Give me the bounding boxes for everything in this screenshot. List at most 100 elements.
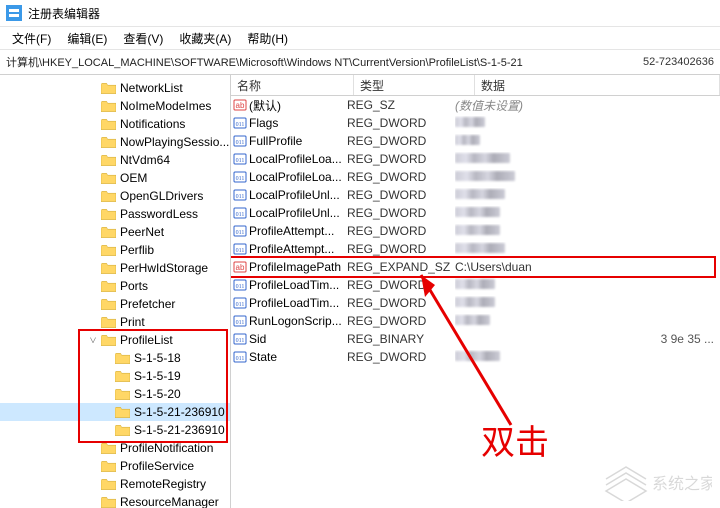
folder-icon [100, 477, 116, 491]
value-row[interactable]: 011RunLogonScrip...REG_DWORD [231, 312, 720, 330]
value-row[interactable]: 011StateREG_DWORD [231, 348, 720, 366]
tree-label: S-1-5-19 [134, 369, 181, 383]
tree-node[interactable]: OpenGLDrivers [0, 187, 230, 205]
value-name: ProfileAttempt... [249, 224, 347, 238]
binary-icon: 011 [231, 332, 249, 346]
folder-icon [100, 189, 116, 203]
address-bar[interactable]: 计算机\HKEY_LOCAL_MACHINE\SOFTWARE\Microsof… [0, 50, 720, 75]
value-row[interactable]: 011LocalProfileLoa...REG_DWORD [231, 168, 720, 186]
svg-text:011: 011 [236, 212, 245, 218]
value-row[interactable]: abProfileImagePathREG_EXPAND_SZC:\Users\… [231, 258, 720, 276]
folder-icon [100, 135, 116, 149]
binary-icon: 011 [231, 350, 249, 364]
tree-node[interactable]: ˅ProfileList [0, 331, 230, 349]
value-name: ProfileLoadTim... [249, 296, 347, 310]
menu-favorites[interactable]: 收藏夹(A) [171, 28, 239, 49]
tree-node[interactable]: S-1-5-20 [0, 385, 230, 403]
value-row[interactable]: 011LocalProfileUnl...REG_DWORD [231, 204, 720, 222]
value-name: State [249, 350, 347, 364]
tree-node[interactable]: Notifications [0, 115, 230, 133]
values-pane[interactable]: 名称 类型 数据 ab(默认)REG_SZ(数值未设置)011FlagsREG_… [231, 75, 720, 508]
value-row[interactable]: 011ProfileLoadTim...REG_DWORD [231, 276, 720, 294]
value-row[interactable]: 011LocalProfileLoa...REG_DWORD [231, 150, 720, 168]
tree-node[interactable]: S-1-5-21-236910 [0, 403, 230, 421]
binary-icon: 011 [231, 314, 249, 328]
value-type: REG_BINARY [347, 332, 455, 346]
col-type[interactable]: 类型 [354, 75, 475, 95]
value-row[interactable]: 011ProfileAttempt...REG_DWORD [231, 240, 720, 258]
menu-help[interactable]: 帮助(H) [239, 28, 296, 49]
folder-icon [114, 351, 130, 365]
tree-node[interactable]: RemoteRegistry [0, 475, 230, 493]
tree-label: Print [120, 315, 145, 329]
tree-node[interactable]: ProfileService [0, 457, 230, 475]
value-data-blurred [455, 351, 500, 361]
tree-node[interactable]: S-1-5-19 [0, 367, 230, 385]
tree-node[interactable]: Prefetcher [0, 295, 230, 313]
col-name[interactable]: 名称 [231, 75, 354, 95]
tree-node[interactable]: NoImeModeImes [0, 97, 230, 115]
tree-node[interactable]: Perflib [0, 241, 230, 259]
tree-label: S-1-5-20 [134, 387, 181, 401]
value-row[interactable]: 011ProfileLoadTim...REG_DWORD [231, 294, 720, 312]
svg-text:011: 011 [236, 338, 245, 344]
value-data: C:\Users\duan [455, 260, 532, 274]
value-row[interactable]: 011LocalProfileUnl...REG_DWORD [231, 186, 720, 204]
binary-icon: 011 [231, 188, 249, 202]
value-row[interactable]: ab(默认)REG_SZ(数值未设置) [231, 96, 720, 114]
tree-node[interactable]: ResourceManager [0, 493, 230, 508]
tree-label: Notifications [120, 117, 185, 131]
svg-text:011: 011 [236, 248, 245, 254]
binary-icon: 011 [231, 116, 249, 130]
value-name: (默认) [249, 97, 347, 114]
folder-icon [100, 495, 116, 508]
tree-node[interactable]: OEM [0, 169, 230, 187]
binary-icon: 011 [231, 242, 249, 256]
window-title: 注册表编辑器 [28, 5, 100, 22]
value-name: FullProfile [249, 134, 347, 148]
value-row[interactable]: 011FullProfileREG_DWORD [231, 132, 720, 150]
menu-view[interactable]: 查看(V) [115, 28, 171, 49]
menu-bar: 文件(F) 编辑(E) 查看(V) 收藏夹(A) 帮助(H) [0, 27, 720, 50]
col-data[interactable]: 数据 [475, 75, 720, 95]
tree-node[interactable]: Print [0, 313, 230, 331]
value-data: (数值未设置) [455, 99, 523, 113]
expand-toggle[interactable]: ˅ [86, 334, 100, 346]
address-tail: 52-723402636 [643, 56, 714, 68]
tree-label: Perflib [120, 243, 154, 257]
tree-node[interactable]: PerHwIdStorage [0, 259, 230, 277]
folder-icon [100, 279, 116, 293]
menu-edit[interactable]: 编辑(E) [59, 28, 115, 49]
tree-node[interactable]: ProfileNotification [0, 439, 230, 457]
tree-node[interactable]: NowPlayingSessio... [0, 133, 230, 151]
value-row[interactable]: 011ProfileAttempt...REG_DWORD [231, 222, 720, 240]
binary-icon: 011 [231, 206, 249, 220]
value-data-blurred [455, 243, 505, 253]
folder-icon [100, 315, 116, 329]
value-type: REG_SZ [347, 98, 455, 112]
value-data-blurred [455, 171, 515, 181]
svg-text:011: 011 [236, 302, 245, 308]
value-row[interactable]: 011FlagsREG_DWORD [231, 114, 720, 132]
value-name: LocalProfileLoa... [249, 170, 347, 184]
tree-node[interactable]: S-1-5-21-236910 [0, 421, 230, 439]
tree-node[interactable]: Ports [0, 277, 230, 295]
tree-node[interactable]: S-1-5-18 [0, 349, 230, 367]
tree-node[interactable]: PeerNet [0, 223, 230, 241]
tree-node[interactable]: NetworkList [0, 79, 230, 97]
tree-label: PerHwIdStorage [120, 261, 208, 275]
content-area: NetworkListNoImeModeImes Notifications Now… [0, 75, 720, 508]
menu-file[interactable]: 文件(F) [4, 28, 59, 49]
tree-pane[interactable]: NetworkListNoImeModeImes Notifications Now… [0, 75, 231, 508]
value-row[interactable]: 011SidREG_BINARY3 9e 35 ... [231, 330, 720, 348]
value-data-blurred [455, 153, 510, 163]
binary-icon: 011 [231, 170, 249, 184]
values-list: ab(默认)REG_SZ(数值未设置)011FlagsREG_DWORD011F… [231, 96, 720, 366]
folder-icon [100, 99, 116, 113]
folder-icon [100, 297, 116, 311]
svg-text:011: 011 [236, 320, 245, 326]
folder-icon [100, 333, 116, 347]
string-icon: ab [231, 98, 249, 112]
tree-node[interactable]: NtVdm64 [0, 151, 230, 169]
tree-node[interactable]: PasswordLess [0, 205, 230, 223]
